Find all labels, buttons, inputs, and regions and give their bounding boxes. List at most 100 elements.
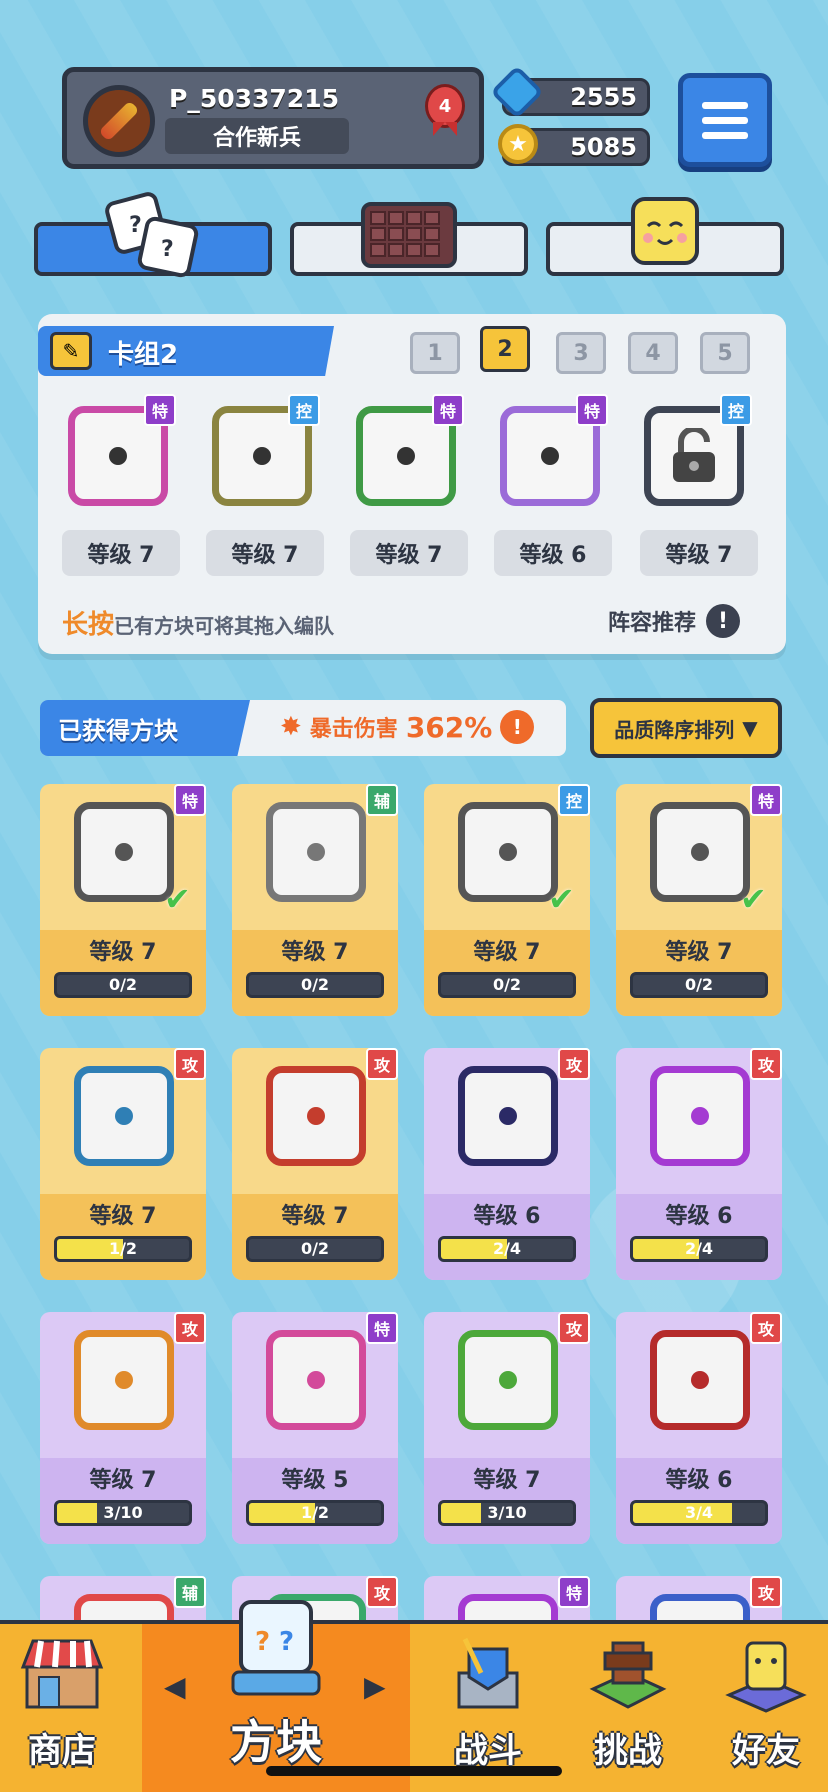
type-badge: 控	[720, 394, 752, 426]
tab-chocolate-board[interactable]	[290, 202, 528, 276]
card-level: 等级 7	[473, 940, 541, 965]
player-title: 合作新兵	[165, 118, 349, 154]
crit-value: 362%	[405, 710, 493, 744]
deck-tab-4[interactable]: 4	[628, 332, 678, 374]
deck-slot[interactable]: 特	[56, 394, 176, 514]
upgrade-progress-bar: 2/4	[630, 1236, 768, 1262]
dice-card[interactable]: 攻等级 7 3/10	[424, 1312, 590, 1544]
upgrade-progress-bar: 0/2	[246, 1236, 384, 1262]
type-badge: 特	[750, 784, 782, 816]
dice-card[interactable]: ✔ 特等级 7 0/2	[616, 784, 782, 1016]
dice-face-icon	[74, 1330, 174, 1430]
recommend-button[interactable]: 阵容推荐 !	[608, 604, 741, 638]
dice-face-icon	[650, 1330, 750, 1430]
pencil-icon[interactable]: ✎	[50, 332, 92, 370]
chevron-right-icon[interactable]: ▶	[364, 1670, 386, 1703]
menu-icon	[702, 101, 748, 109]
rank-ribbon-icon[interactable]: 4	[425, 84, 465, 144]
type-badge: 攻	[558, 1048, 590, 1080]
player-profile-panel[interactable]: P_50337215 合作新兵 4	[62, 67, 484, 169]
slot-level: 等级 7	[350, 530, 468, 576]
tab-dice[interactable]: ? ?	[34, 192, 272, 278]
nav-label: 方块	[230, 1715, 322, 1769]
nav-shop[interactable]: 商店	[0, 1624, 124, 1792]
card-level: 等级 7	[89, 1468, 157, 1493]
crit-label: 暴击伤害	[309, 717, 398, 742]
dice-card[interactable]: 攻等级 7 0/2	[232, 1048, 398, 1280]
deck-slot[interactable]: 特	[488, 394, 608, 514]
slot-level: 等级 7	[640, 530, 758, 576]
deck-name: 卡组2	[108, 340, 179, 370]
card-level: 等级 7	[473, 1468, 541, 1493]
dice-image	[260, 1324, 372, 1436]
dice-face-icon	[266, 802, 366, 902]
deck-title-bar: ✎ 卡组2	[38, 326, 334, 376]
deck-slot[interactable]: 控	[200, 394, 320, 514]
sort-button[interactable]: 品质降序排列 ▼	[590, 698, 782, 758]
dice-image: ✔	[644, 796, 767, 918]
dice-card[interactable]: 攻等级 6 2/4	[616, 1048, 782, 1280]
dice-pip	[499, 1107, 517, 1125]
upgrade-progress-bar: 2/4	[438, 1236, 576, 1262]
info-icon: !	[706, 604, 741, 638]
card-level: 等级 6	[473, 1204, 541, 1229]
slot-level: 等级 7	[62, 530, 180, 576]
progress-text: 3/10	[487, 1503, 527, 1522]
type-badge: 特	[174, 784, 206, 816]
home-indicator	[266, 1766, 562, 1776]
dice-image	[260, 796, 372, 908]
dice-card[interactable]: ✔ 特等级 7 0/2	[40, 784, 206, 1016]
dice-image	[260, 1060, 372, 1172]
card-level: 等级 7	[281, 940, 349, 965]
dice-card[interactable]: 攻等级 7 1/2	[40, 1048, 206, 1280]
coin-count: 5085	[570, 133, 637, 161]
menu-button[interactable]	[678, 73, 772, 167]
deck-tab-5[interactable]: 5	[700, 332, 750, 374]
progress-text: 3/10	[103, 1503, 143, 1522]
crit-damage[interactable]: ✸ 暴击伤害 362% !	[280, 710, 535, 744]
card-level: 等级 7	[665, 940, 733, 965]
dice-face-icon	[74, 802, 174, 902]
battle-icon	[445, 1633, 531, 1713]
type-badge: 攻	[558, 1312, 590, 1344]
type-badge: 攻	[750, 1576, 782, 1608]
deck-tab-1[interactable]: 1	[410, 332, 460, 374]
type-badge: 特	[366, 1312, 398, 1344]
progress-text: 0/2	[108, 975, 138, 994]
deck-slot-locked[interactable]: 控	[632, 394, 752, 514]
chevron-left-icon[interactable]: ◀	[164, 1670, 186, 1703]
chevron-down-icon: ▼	[742, 716, 758, 740]
nav-friends[interactable]: 好友	[704, 1624, 828, 1792]
progress-text: 1/2	[108, 1239, 138, 1258]
dice-card[interactable]: ✔ 控等级 7 0/2	[424, 784, 590, 1016]
svg-text:?: ?	[255, 1627, 270, 1657]
deck-tab-3[interactable]: 3	[556, 332, 606, 374]
dice-card[interactable]: 攻等级 7 3/10	[40, 1312, 206, 1544]
dice-card[interactable]: 特等级 5 1/2	[232, 1312, 398, 1544]
upgrade-progress-bar: 0/2	[54, 972, 192, 998]
upgrade-progress-bar: 0/2	[438, 972, 576, 998]
dice-pip	[691, 1371, 709, 1389]
owned-title: 已获得方块	[40, 700, 250, 756]
progress-text: 0/2	[492, 975, 522, 994]
hint-text: 已有方块可将其拖入编队	[114, 614, 335, 638]
progress-text: 2/4	[684, 1239, 714, 1258]
deck-slot[interactable]: 特	[344, 394, 464, 514]
slot-level: 等级 6	[494, 530, 612, 576]
dice-card[interactable]: 辅等级 7 0/2	[232, 784, 398, 1016]
type-badge: 控	[558, 784, 590, 816]
scroll-avatar-icon[interactable]	[83, 85, 155, 157]
nav-challenge[interactable]: 挑战	[566, 1624, 690, 1792]
dice-image	[644, 1060, 756, 1172]
deck-tab-2[interactable]: 2	[480, 326, 530, 372]
player-name: P_50337215	[169, 84, 339, 113]
dice-face-icon	[266, 1330, 366, 1430]
type-badge: 辅	[174, 1576, 206, 1608]
dice-card[interactable]: 攻等级 6 3/4	[616, 1312, 782, 1544]
challenge-icon	[585, 1633, 671, 1713]
tab-smiley-cube[interactable]	[546, 197, 784, 276]
svg-text:?: ?	[129, 213, 142, 238]
progress-text: 2/4	[492, 1239, 522, 1258]
dice-card[interactable]: 攻等级 6 2/4	[424, 1048, 590, 1280]
smiley-cube-icon	[630, 196, 700, 270]
